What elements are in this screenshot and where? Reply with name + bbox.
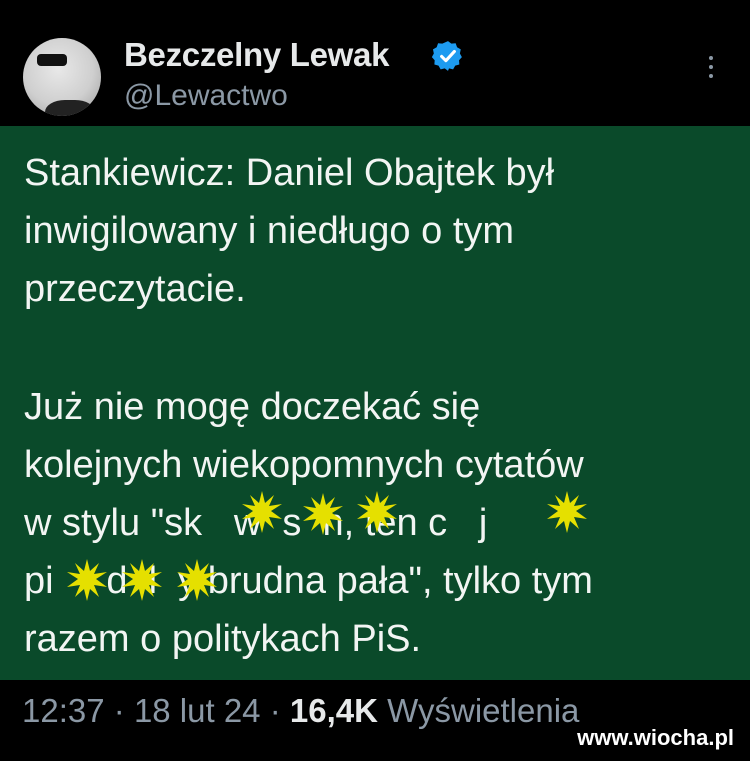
censor-star-icon bbox=[357, 491, 397, 533]
censor-star-icon bbox=[122, 559, 162, 601]
censor-star-icon bbox=[547, 491, 587, 533]
tweet-meta: 12:37 · 18 lut 24 · 16,4K Wyświetlenia bbox=[22, 692, 579, 730]
verified-badge-icon bbox=[431, 41, 462, 71]
tweet-paragraph-1: Stankiewicz: Daniel Obajtek był inwigilo… bbox=[24, 152, 555, 310]
avatar-shoulder bbox=[45, 100, 95, 116]
censor-star-icon bbox=[177, 559, 217, 601]
more-options-icon[interactable] bbox=[703, 56, 719, 84]
avatar-glasses bbox=[37, 54, 67, 66]
display-name[interactable]: Bezczelny Lewak bbox=[124, 36, 389, 74]
tweet-line: Już nie mogę doczekać się bbox=[24, 386, 481, 428]
tweet-body: Stankiewicz: Daniel Obajtek był inwigilo… bbox=[0, 126, 750, 680]
censor-star-icon bbox=[242, 491, 282, 533]
separator: · bbox=[269, 692, 281, 729]
tweet-line: kolejnych wiekopomnych cytatów bbox=[24, 444, 584, 486]
views-count: 16,4K bbox=[289, 692, 378, 729]
separator: · bbox=[113, 692, 125, 729]
tweet-header: Bezczelny Lewak @Lewactwo bbox=[0, 0, 750, 126]
tweet-footer: 12:37 · 18 lut 24 · 16,4K Wyświetlenia w… bbox=[0, 680, 750, 761]
censor-star-icon bbox=[303, 493, 343, 535]
tweet-line: razem o politykach PiS. bbox=[24, 618, 422, 660]
avatar[interactable] bbox=[23, 38, 101, 116]
watermark: www.wiocha.pl bbox=[577, 725, 734, 750]
tweet-time[interactable]: 12:37 bbox=[22, 692, 105, 729]
censor-star-icon bbox=[67, 559, 107, 601]
tweet-date[interactable]: 18 lut 24 bbox=[134, 692, 261, 729]
user-handle[interactable]: @Lewactwo bbox=[124, 79, 288, 113]
views-label: Wyświetlenia bbox=[387, 692, 580, 729]
